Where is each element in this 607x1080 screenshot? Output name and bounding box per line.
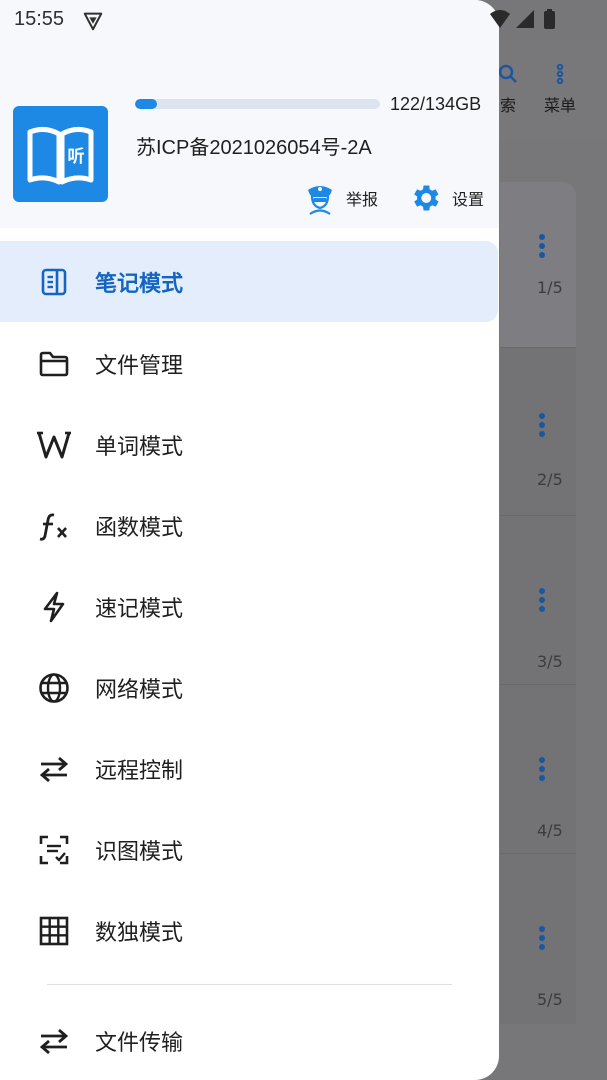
menu-item-label: 单词模式 — [95, 434, 184, 460]
menu-item-label: 文件管理 — [95, 353, 184, 379]
system-status-icons — [490, 9, 555, 29]
swap-arrows-icon — [36, 1023, 72, 1059]
menu-item-word-mode[interactable]: 单词模式 — [0, 404, 499, 485]
background-search-label: 索 — [499, 96, 516, 115]
menu-item-remote-control[interactable]: 远程控制 — [0, 728, 499, 809]
function-icon — [36, 508, 72, 544]
menu-item-note-mode[interactable]: 笔记模式 — [0, 241, 498, 322]
app-logo[interactable]: 听 — [13, 106, 108, 202]
more-vertical-icon — [556, 63, 564, 85]
more-vertical-icon[interactable] — [537, 926, 547, 953]
gear-icon — [414, 185, 439, 211]
wifi-icon — [490, 10, 510, 28]
more-vertical-icon[interactable] — [537, 234, 547, 261]
menu-item-sudoku-mode[interactable]: 数独模式 — [0, 890, 499, 971]
status-time: 15:55 — [14, 8, 65, 30]
background-menu-label: 菜单 — [543, 96, 576, 115]
note-icon — [36, 264, 72, 300]
card-count: 1/5 — [537, 278, 563, 297]
navigation-drawer: 听 122/134GB 苏ICP备2021026054号-2A 举报 设置 笔记… — [0, 0, 499, 1080]
report-label: 举报 — [346, 190, 379, 209]
menu-item-image-recognition[interactable]: 识图模式 — [0, 809, 499, 890]
card-count: 4/5 — [537, 821, 563, 840]
signal-icon — [516, 10, 534, 28]
grid-icon — [36, 913, 72, 949]
settings-button[interactable]: 设置 — [408, 181, 484, 215]
menu-item-label: 远程控制 — [95, 758, 184, 784]
lightning-icon — [36, 589, 72, 625]
storage-progress-bar — [135, 99, 380, 109]
background-menu-action[interactable]: 菜单 — [530, 62, 590, 116]
scan-text-icon — [36, 832, 72, 868]
settings-label: 设置 — [452, 190, 485, 209]
background-card[interactable]: 3/5 — [500, 516, 576, 685]
globe-icon — [36, 670, 72, 706]
menu-item-label: 笔记模式 — [95, 271, 184, 297]
background-card[interactable]: 2/5 — [500, 348, 576, 516]
menu-item-label: 网络模式 — [95, 677, 184, 703]
menu-item-label: 文件传输 — [95, 1030, 184, 1056]
status-bar: 15:55 — [0, 0, 607, 40]
background-card[interactable]: 5/5 — [500, 854, 576, 1024]
menu-divider — [47, 984, 452, 985]
menu-item-shorthand-mode[interactable]: 速记模式 — [0, 566, 499, 647]
card-count: 2/5 — [537, 470, 563, 489]
icp-license[interactable]: 苏ICP备2021026054号-2A — [136, 131, 372, 160]
menu-item-label: 函数模式 — [95, 515, 184, 541]
more-vertical-icon[interactable] — [537, 588, 547, 615]
menu-item-network-mode[interactable]: 网络模式 — [0, 647, 499, 728]
folder-icon — [36, 346, 72, 382]
vpn-shield-icon — [83, 12, 103, 31]
more-vertical-icon[interactable] — [537, 413, 547, 440]
swap-arrows-icon — [36, 751, 72, 787]
police-officer-icon — [308, 186, 332, 215]
letter-w-icon — [36, 427, 72, 463]
storage-label: 122/134GB — [390, 94, 482, 114]
storage-progress-fill — [135, 99, 158, 109]
menu-item-file-transfer[interactable]: 文件传输 — [0, 1000, 499, 1080]
menu-item-function-mode[interactable]: 函数模式 — [0, 485, 499, 566]
logo-text: 听 — [68, 146, 85, 167]
menu-item-file-management[interactable]: 文件管理 — [0, 323, 499, 404]
background-card[interactable]: 1/5 — [500, 182, 576, 348]
background-card[interactable]: 4/5 — [500, 685, 576, 854]
more-vertical-icon[interactable] — [537, 757, 547, 784]
card-count: 3/5 — [537, 652, 563, 671]
search-icon — [498, 64, 517, 83]
book-icon: 听 — [27, 126, 94, 185]
card-count: 5/5 — [537, 990, 563, 1009]
battery-icon — [544, 11, 555, 29]
menu-item-label: 速记模式 — [95, 596, 184, 622]
menu-item-label: 数独模式 — [95, 920, 184, 946]
menu-item-label: 识图模式 — [95, 839, 184, 865]
report-button[interactable]: 举报 — [304, 181, 378, 215]
